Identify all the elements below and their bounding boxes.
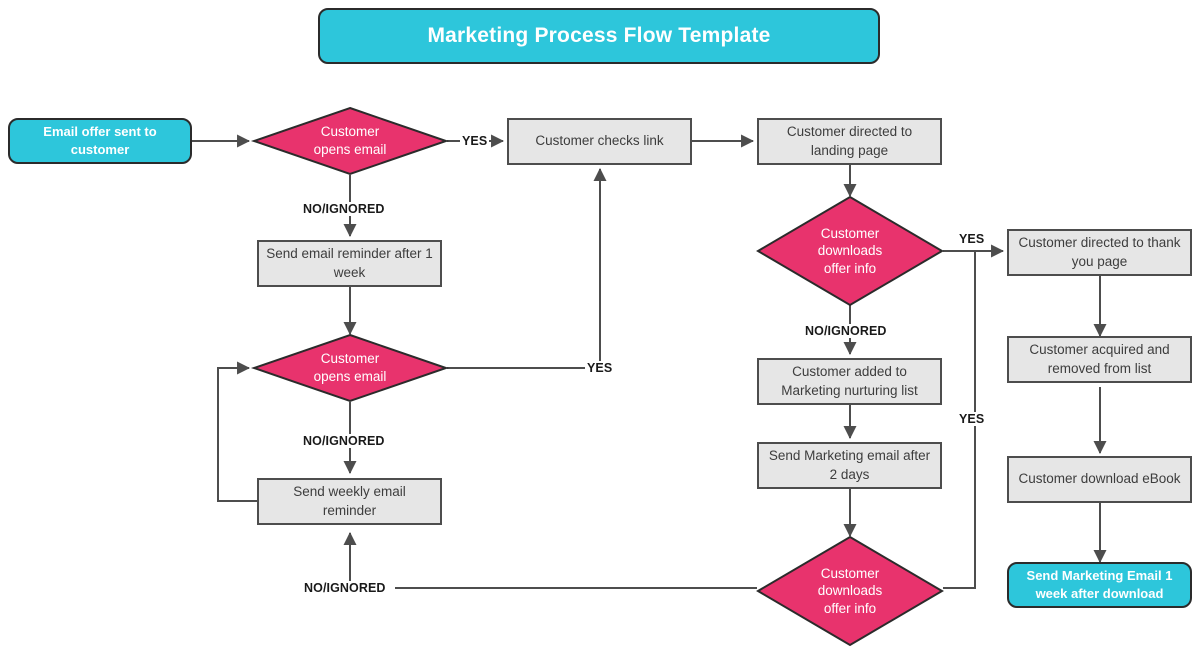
node-decision-customer-downloads-offer-info-1[interactable]: Customer downloads offer info [756,195,944,307]
node-start[interactable]: Email offer sent to customer [8,118,192,164]
edge-label-no-2: NO/IGNORED [301,434,387,448]
edge-label-yes-3: YES [957,232,987,246]
flowchart-edges [192,134,1107,589]
node-customer-acquired-removed[interactable]: Customer acquired and removed from list [1007,336,1192,383]
node-customer-download-ebook[interactable]: Customer download eBook [1007,456,1192,503]
node-customer-added-nurturing-list[interactable]: Customer added to Marketing nurturing li… [757,358,942,405]
edge-label-yes-2: YES [585,361,615,375]
node-decision-customer-opens-email-2[interactable]: Customer opens email [250,333,450,403]
page-title: Marketing Process Flow Template [318,8,880,64]
edge-label-no-1: NO/IGNORED [301,202,387,216]
diamond-shape [756,535,944,647]
edge-label-yes-1: YES [460,134,490,148]
node-customer-directed-thank-you-page[interactable]: Customer directed to thank you page [1007,229,1192,276]
node-decision-customer-downloads-offer-info-2[interactable]: Customer downloads offer info [756,535,944,647]
node-end-send-marketing-email[interactable]: Send Marketing Email 1 week after downlo… [1007,562,1192,608]
node-send-weekly-email-reminder[interactable]: Send weekly email reminder [257,478,442,525]
node-decision-customer-opens-email-1[interactable]: Customer opens email [250,106,450,176]
edge-decision2-yes [447,167,607,369]
diamond-shape [250,333,450,403]
node-send-marketing-email-2days[interactable]: Send Marketing email after 2 days [757,442,942,489]
node-customer-checks-link[interactable]: Customer checks link [507,118,692,165]
edge-label-no-3: NO/IGNORED [803,324,889,338]
edge-label-yes-4: YES [957,412,987,426]
node-send-email-reminder-1week[interactable]: Send email reminder after 1 week [257,240,442,287]
diamond-shape [756,195,944,307]
diamond-shape [250,106,450,176]
flowchart-canvas: Marketing Process Flow Template Email of… [0,0,1200,650]
node-customer-directed-landing-page[interactable]: Customer directed to landing page [757,118,942,165]
edge-label-no-4: NO/IGNORED [302,581,388,595]
edge-weekly-loopback [217,361,257,502]
